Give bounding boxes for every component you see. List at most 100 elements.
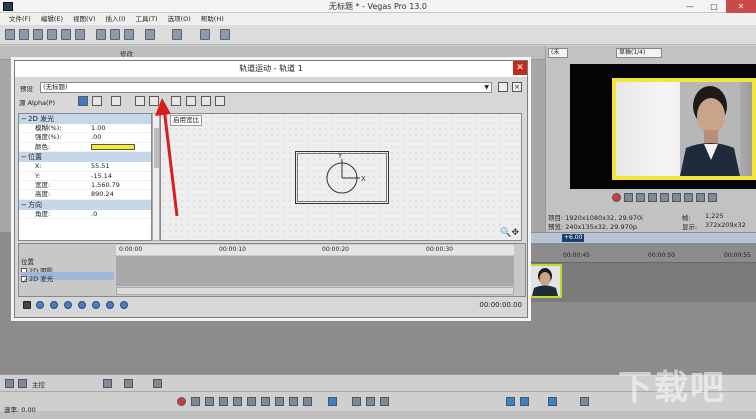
zoom-icon[interactable]: 🔍✥	[500, 228, 519, 238]
prop-row[interactable]: 强度(%): .00	[19, 133, 151, 143]
save-as-icon[interactable]	[47, 29, 57, 40]
delete-preset-icon[interactable]: ×	[512, 82, 522, 92]
master-icon[interactable]	[5, 379, 14, 388]
checkbox[interactable]: ✓	[21, 276, 27, 285]
prop-row[interactable]: 模糊(%): 1.00	[19, 124, 151, 134]
source-alpha-select[interactable]: 源 Alpha(P)	[19, 97, 55, 107]
save-preset-icon[interactable]	[498, 82, 508, 92]
position-icon[interactable]	[92, 96, 102, 106]
open-icon[interactable]	[19, 29, 29, 40]
close-button[interactable]: ✕	[726, 0, 756, 13]
motion-workspace[interactable]: 启用宽比 Y X 🔍✥	[160, 113, 522, 241]
prop-value[interactable]: -15.14	[79, 172, 151, 180]
help-icon[interactable]	[220, 29, 230, 40]
last-keyframe-icon[interactable]	[92, 301, 100, 309]
track-frame[interactable]: Y X	[295, 151, 389, 204]
maximize-button[interactable]: □	[702, 0, 726, 13]
pause-icon[interactable]	[660, 193, 669, 202]
menu-view[interactable]: 视图(V)	[68, 13, 101, 25]
loop-icon[interactable]	[191, 397, 200, 406]
minimize-button[interactable]: —	[678, 0, 702, 13]
play-from-start-icon[interactable]	[205, 397, 214, 406]
prop-value[interactable]: 1,560.79	[79, 181, 151, 189]
timeline-marker[interactable]: +6.00	[562, 234, 585, 242]
mixer-icon[interactable]	[18, 379, 27, 388]
prop-row[interactable]: 高度: 890.24	[19, 190, 151, 200]
prop-row[interactable]: 角度: .0	[19, 210, 151, 220]
prescale-icon[interactable]	[111, 96, 121, 106]
group-orientation[interactable]: 方向	[19, 199, 151, 210]
prev-frame-icon[interactable]	[684, 193, 693, 202]
preset-select[interactable]: (无标题) ▼	[40, 82, 492, 93]
add-keyframe-icon[interactable]	[106, 301, 114, 309]
panel-tab[interactable]: 修改	[120, 48, 133, 58]
record-icon[interactable]	[612, 193, 621, 202]
prop-value[interactable]: .00	[79, 133, 151, 141]
play-icon[interactable]	[219, 397, 228, 406]
dialog-close-button[interactable]: ✕	[513, 61, 527, 75]
kf-scrollbar[interactable]	[116, 287, 514, 295]
prop-value[interactable]: .0	[79, 210, 151, 218]
rotate-icon[interactable]	[78, 96, 88, 106]
loop-icon[interactable]	[624, 193, 633, 202]
prop-value[interactable]: 890.24	[79, 190, 151, 198]
menu-file[interactable]: 文件(F)	[4, 13, 36, 25]
cut-icon[interactable]	[96, 29, 106, 40]
lock-y-icon[interactable]	[215, 96, 225, 106]
play-icon[interactable]	[36, 301, 44, 309]
go-start-icon[interactable]	[261, 397, 270, 406]
kf-tracks[interactable]	[116, 256, 514, 286]
scale-icon[interactable]	[135, 96, 145, 106]
go-end-icon[interactable]	[708, 193, 717, 202]
next-keyframe-icon[interactable]	[78, 301, 86, 309]
delete-keyframe-icon[interactable]	[120, 301, 128, 309]
cursor-tool-icon[interactable]	[328, 397, 337, 406]
mute-icon[interactable]	[124, 379, 133, 388]
menu-help[interactable]: 帮助(H)	[196, 13, 229, 25]
lock-x-icon[interactable]	[201, 96, 211, 106]
first-keyframe-icon[interactable]	[50, 301, 58, 309]
next-frame-icon[interactable]	[696, 193, 705, 202]
preview-preset-combo[interactable]: (未	[548, 48, 568, 58]
prev-keyframe-icon[interactable]	[64, 301, 72, 309]
selection-tool-icon[interactable]	[366, 397, 375, 406]
prop-row[interactable]: Y: -15.14	[19, 172, 151, 181]
stop-icon[interactable]	[672, 193, 681, 202]
next-frame-icon[interactable]	[303, 397, 312, 406]
copy-icon[interactable]	[110, 29, 120, 40]
lock-envelopes-icon[interactable]	[548, 397, 557, 406]
sync-cursor-icon[interactable]	[23, 301, 31, 309]
group-position[interactable]: 位置	[19, 152, 151, 163]
auto-ripple-icon[interactable]	[520, 397, 529, 406]
undo-icon[interactable]	[145, 29, 155, 40]
pause-icon[interactable]	[233, 397, 242, 406]
prop-row[interactable]: 宽度: 1,560.79	[19, 181, 151, 191]
play-from-start-icon[interactable]	[636, 193, 645, 202]
menu-tools[interactable]: 工具(T)	[131, 13, 163, 25]
preview-quality-combo[interactable]: 草稿(1/4)	[616, 48, 662, 58]
video-track[interactable]	[528, 262, 756, 302]
zoom-tool-icon[interactable]	[380, 397, 389, 406]
snap-icon[interactable]	[200, 29, 210, 40]
fx-icon[interactable]	[103, 379, 112, 388]
envelope-tool-icon[interactable]	[352, 397, 361, 406]
prop-value[interactable]	[79, 143, 151, 151]
properties-icon[interactable]	[75, 29, 85, 40]
prop-value[interactable]: 1.00	[79, 124, 151, 132]
stop-icon[interactable]	[247, 397, 256, 406]
glow-color-swatch[interactable]	[91, 143, 135, 150]
gear-icon[interactable]	[580, 397, 589, 406]
snap-enable-icon[interactable]	[506, 397, 515, 406]
kf-track-2d-glow[interactable]: ✓ 2D 发光	[21, 273, 53, 285]
menu-edit[interactable]: 编辑(E)	[36, 13, 68, 25]
prop-value[interactable]: 55.51	[79, 162, 151, 170]
redo-icon[interactable]	[172, 29, 182, 40]
prop-row[interactable]: X: 55.51	[19, 162, 151, 172]
paste-icon[interactable]	[124, 29, 134, 40]
prev-frame-icon[interactable]	[289, 397, 298, 406]
render-icon[interactable]	[61, 29, 71, 40]
play-icon[interactable]	[648, 193, 657, 202]
video-clip-thumbnail[interactable]	[528, 264, 562, 298]
go-end-icon[interactable]	[275, 397, 284, 406]
menu-insert[interactable]: 插入(I)	[101, 13, 131, 25]
